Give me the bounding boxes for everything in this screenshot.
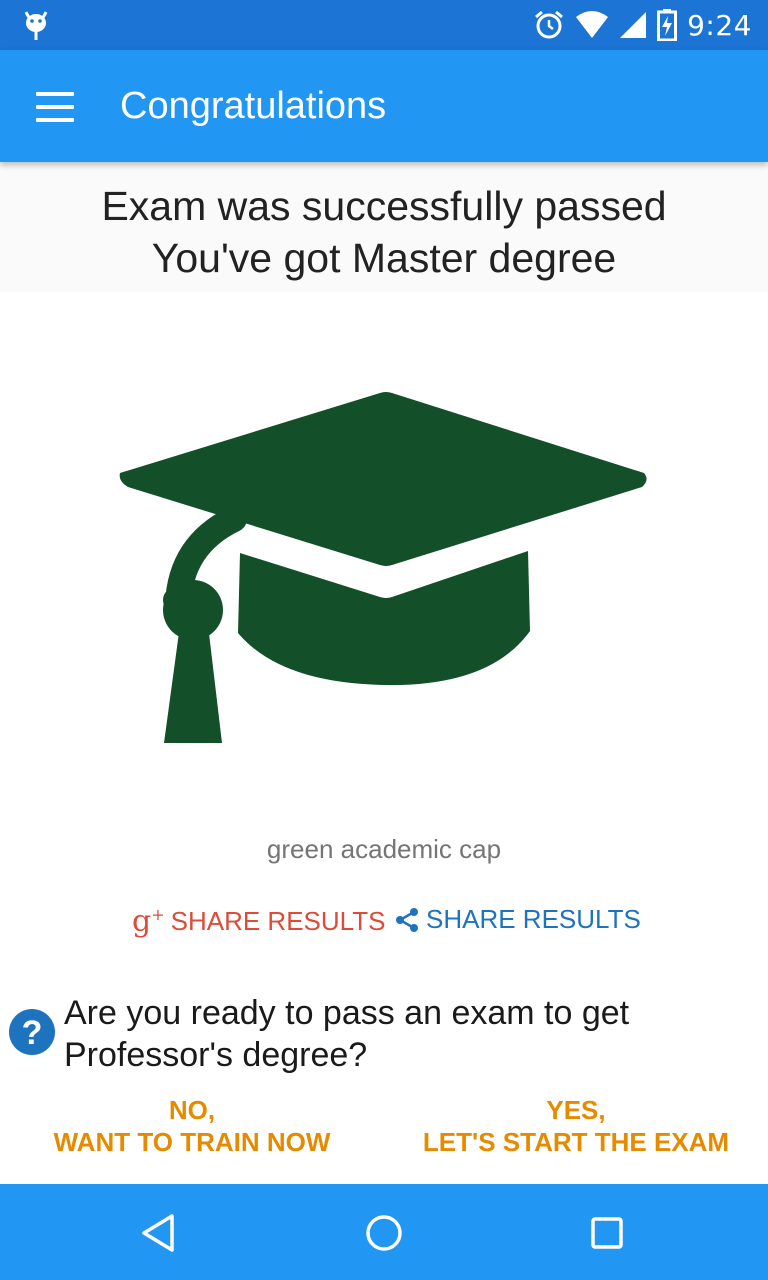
graduation-cap-icon [119,392,647,743]
app-bar: Congratulations [0,50,768,162]
hamburger-menu-icon[interactable] [26,80,86,134]
train-now-button[interactable]: NO, WANT TO TRAIN NOW [40,1094,344,1158]
android-debug-icon [24,11,48,40]
wifi-icon [576,11,609,38]
share-gplus-button[interactable]: g+ SHARE RESULTS [132,904,385,939]
image-caption: green academic cap [266,834,502,864]
back-icon[interactable] [136,1208,186,1258]
question-text: Are you ready to pass an exam to get Pro… [64,994,630,1074]
status-bar: 9:24 [0,0,768,50]
recents-icon[interactable] [582,1208,632,1258]
share-button[interactable]: SHARE RESULTS [394,904,641,935]
share-label: SHARE RESULTS [426,904,641,934]
page-title: Congratulations [120,85,387,127]
svg-text:?: ? [22,1014,43,1052]
alarm-icon [535,10,564,39]
result-header: Exam was successfully passed You've got … [0,162,768,292]
help-circle-icon: ? [9,1009,55,1055]
share-row: g+ SHARE RESULTS SHARE RESULTS [0,904,768,950]
share-icon [396,907,418,932]
result-line-2: You've got Master degree [151,235,617,281]
result-line-1: Exam was successfully passed [101,183,667,229]
battery-charging-icon [657,9,678,41]
system-nav-bar [0,1184,768,1280]
signal-icon [620,12,647,38]
start-exam-button[interactable]: YES, LET'S START THE EXAM [412,1094,740,1158]
google-plus-icon: g+ [132,904,165,939]
status-icons: 9:24 [533,0,752,50]
share-gplus-label: SHARE RESULTS [170,906,386,936]
status-time: 9:24 [687,8,752,42]
home-icon[interactable] [359,1208,409,1258]
